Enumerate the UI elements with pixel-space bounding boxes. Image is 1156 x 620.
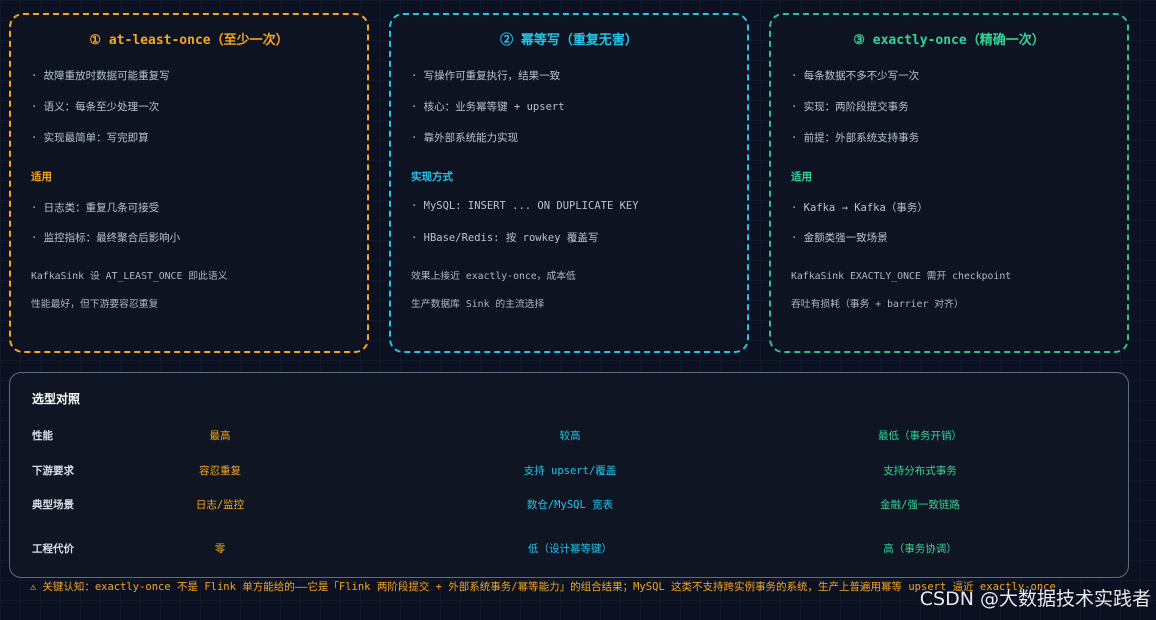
card-point: · 靠外部系统能力实现 (411, 132, 519, 144)
card-section-heading: 实现方式 (411, 171, 453, 183)
comparison-row: 典型场景 日志/监控 数仓/MySQL 宽表 金融/强一致链路 (10, 497, 1128, 513)
at-least-once-value: 容忍重复 (199, 465, 241, 477)
card-item: · HBase/Redis: 按 rowkey 覆盖写 (411, 232, 599, 244)
idempotent-value: 支持 upsert/覆盖 (523, 465, 617, 477)
watermark: CSDN @大数据技术实践者 (919, 588, 1151, 610)
card-item: · 日志类：重复几条可接受 (31, 202, 160, 214)
card-title: ① at-least-once（至少一次） (89, 33, 289, 48)
idempotent-write-card: ② 幂等写（重复无害） · 写操作可重复执行，结果一致 · 核心：业务幂等键 +… (389, 13, 749, 353)
card-note: 吞吐有损耗（事务 + barrier 对齐） (791, 299, 964, 310)
card-point: · 写操作可重复执行，结果一致 (411, 70, 561, 82)
card-note: KafkaSink EXACTLY_ONCE 需开 checkpoint (791, 271, 1012, 282)
at-least-once-value: 日志/监控 (195, 499, 245, 511)
card-title: ② 幂等写（重复无害） (500, 33, 638, 48)
card-title: ③ exactly-once（精确一次） (853, 33, 1045, 48)
at-least-once-card: ① at-least-once（至少一次） · 故障重放时数据可能重复写 · 语… (9, 13, 369, 353)
card-section-heading: 适用 (791, 171, 812, 183)
at-least-once-value: 最高 (209, 430, 231, 442)
row-label: 性能 (32, 430, 53, 442)
row-label: 工程代价 (32, 543, 74, 555)
card-note: 生产数据库 Sink 的主流选择 (411, 299, 545, 310)
card-note: 性能最好，但下游要容忍重复 (31, 299, 159, 310)
exactly-once-value: 高（事务协调） (883, 543, 957, 555)
card-item: · Kafka → Kafka（事务） (791, 202, 928, 214)
comparison-panel: 选型对照 性能 最高 较高 最低（事务开销） 下游要求 容忍重复 支持 upse… (9, 372, 1129, 578)
card-point: · 故障重放时数据可能重复写 (31, 70, 170, 82)
idempotent-value: 较高 (559, 430, 581, 442)
exactly-once-value: 支持分布式事务 (883, 465, 957, 477)
idempotent-value: 低（设计幂等键） (528, 543, 612, 555)
card-point: · 语义：每条至少处理一次 (31, 101, 160, 113)
card-section-heading: 适用 (31, 171, 52, 183)
exactly-once-value: 金融/强一致链路 (880, 499, 960, 511)
card-item: · MySQL: INSERT ... ON DUPLICATE KEY (411, 200, 639, 212)
at-least-once-value: 零 (214, 543, 226, 555)
card-note: 效果上接近 exactly-once，成本低 (411, 271, 576, 282)
row-label: 典型场景 (32, 499, 74, 511)
row-label: 下游要求 (32, 465, 74, 477)
warning-icon: ⚠ (30, 581, 37, 593)
card-point: · 实现：两阶段提交事务 (791, 101, 909, 113)
card-note: KafkaSink 设 AT_LEAST_ONCE 即此语义 (31, 271, 228, 282)
idempotent-value: 数仓/MySQL 宽表 (526, 499, 614, 511)
comparison-title: 选型对照 (32, 392, 81, 406)
comparison-row: 工程代价 零 低（设计幂等键） 高（事务协调） (10, 541, 1128, 557)
card-item: · 金额类强一致场景 (791, 232, 888, 244)
card-item: · 监控指标：最终聚合后影响小 (31, 232, 181, 244)
card-point: · 核心：业务幂等键 + upsert (411, 101, 565, 113)
key-insight-text: 关键认知：exactly-once 不是 Flink 单方能给的——它是「Fli… (42, 581, 1056, 593)
card-point: · 实现最简单：写完即算 (31, 132, 149, 144)
card-point: · 每条数据不多不少写一次 (791, 70, 920, 82)
comparison-row: 性能 最高 较高 最低（事务开销） (10, 428, 1128, 444)
exactly-once-value: 最低（事务开销） (878, 430, 962, 442)
comparison-row: 下游要求 容忍重复 支持 upsert/覆盖 支持分布式事务 (10, 463, 1128, 479)
card-point: · 前提：外部系统支持事务 (791, 132, 920, 144)
exactly-once-card: ③ exactly-once（精确一次） · 每条数据不多不少写一次 · 实现：… (769, 13, 1129, 353)
